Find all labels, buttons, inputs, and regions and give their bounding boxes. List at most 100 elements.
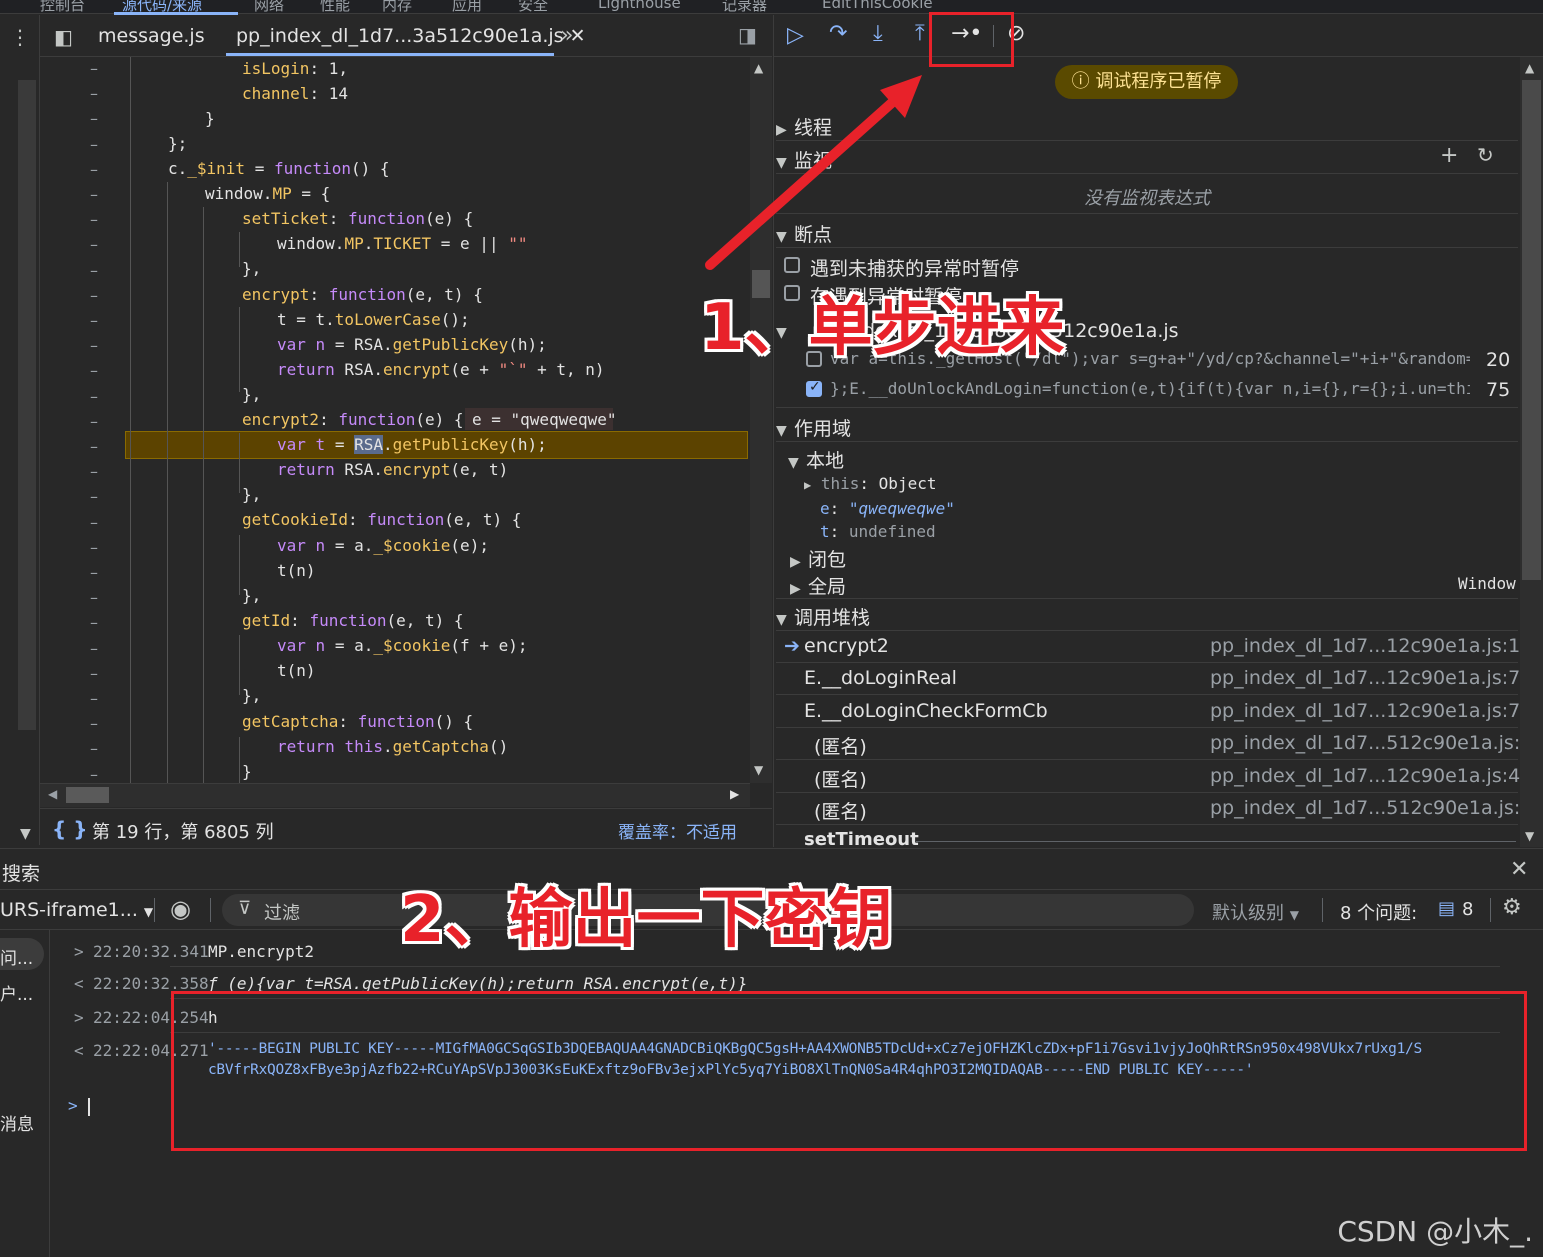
section-callstack[interactable]: ▼ 调用堆栈 xyxy=(776,603,1518,630)
scroll-down-icon[interactable]: ▼ xyxy=(1525,829,1534,843)
editor-horizontal-scrollbar[interactable]: ◀ ▶ xyxy=(40,783,750,807)
console-prompt-input[interactable] xyxy=(88,1098,90,1116)
tab-network[interactable]: 网络 xyxy=(254,0,284,15)
gutter-line-marker[interactable]: – xyxy=(90,135,98,154)
gutter-line-marker[interactable]: – xyxy=(90,412,98,431)
gutter-line-marker[interactable]: – xyxy=(90,714,98,733)
tab-search[interactable]: 搜索 xyxy=(2,859,40,886)
callstack-frame[interactable]: E.__doLoginReal pp_index_dl_1d7...12c90e1… xyxy=(776,663,1532,695)
gear-icon[interactable]: ⚙ xyxy=(1502,895,1522,920)
gutter-line-marker[interactable]: – xyxy=(90,311,98,330)
cursor-position: 第 19 行，第 6805 列 xyxy=(92,822,274,843)
gutter-line-marker[interactable]: – xyxy=(90,639,98,658)
expand-icon: ▶ xyxy=(790,554,801,570)
gutter-line-marker[interactable]: – xyxy=(90,739,98,758)
more-tabs-icon[interactable]: » xyxy=(560,23,573,48)
debugger-scroll-thumb[interactable] xyxy=(1522,80,1541,580)
scope-local[interactable]: ▼ 本地 xyxy=(788,446,1530,473)
sidebar-scrollbar[interactable] xyxy=(18,80,36,730)
gutter-line-marker[interactable]: – xyxy=(90,336,98,355)
frame-location: pp_index_dl_1d7...12c90e1a.js:19 xyxy=(1210,635,1533,657)
gutter-line-marker[interactable]: – xyxy=(90,160,98,179)
scroll-down-icon[interactable]: ▼ xyxy=(754,763,763,777)
section-scope[interactable]: ▼ 作用域 xyxy=(776,414,1518,441)
annotation-arrow xyxy=(705,75,922,270)
callstack-frame[interactable]: (匿名) pp_index_dl_1d7...512c90e1a.js:8 xyxy=(776,793,1532,825)
code-line: setTicket: function(e) { xyxy=(242,209,474,228)
callstack-frame[interactable]: (匿名) pp_index_dl_1d7...512c90e1a.js:8 xyxy=(776,728,1532,760)
gutter-line-marker[interactable]: – xyxy=(90,387,98,406)
scope-global[interactable]: ▶ 全局 xyxy=(790,572,1532,599)
scroll-left-icon[interactable]: ◀ xyxy=(48,787,57,801)
gutter-line-marker[interactable]: – xyxy=(90,765,98,783)
gutter-line-marker[interactable]: – xyxy=(90,613,98,632)
tab-performance[interactable]: 性能 xyxy=(320,0,350,15)
toggle-navigator-icon[interactable]: ◧ xyxy=(54,25,73,49)
scope-var-t: t: undefined xyxy=(820,522,936,541)
tab-lighthouse[interactable]: Lighthouse xyxy=(598,0,681,12)
pretty-print-icon[interactable]: { } xyxy=(52,817,87,841)
tab-console[interactable]: 控制台 xyxy=(40,0,85,15)
gutter-line-marker[interactable]: – xyxy=(90,563,98,582)
add-watch-icon[interactable]: + xyxy=(1440,143,1458,168)
sidebar-item-messages-all[interactable]: 问... xyxy=(0,944,33,969)
scroll-up-icon[interactable]: ▲ xyxy=(1525,61,1534,75)
code-line: return RSA.encrypt(e + "`" + t, n) xyxy=(277,360,605,379)
issues-label[interactable]: 8 个问题: xyxy=(1340,899,1417,925)
scope-closure[interactable]: ▶ 闭包 xyxy=(790,545,1532,572)
breakpoint-checkbox-checked[interactable]: ✓ xyxy=(806,379,822,397)
gutter-line-marker[interactable]: – xyxy=(90,437,98,456)
issues-count[interactable]: 8 xyxy=(1462,899,1473,920)
gutter-line-marker[interactable]: – xyxy=(90,84,98,103)
code-line: var n = RSA.getPublicKey(h); xyxy=(277,335,547,354)
resume-icon[interactable]: ▷ xyxy=(787,23,804,48)
gutter-line-marker[interactable]: – xyxy=(90,286,98,305)
refresh-icon[interactable]: ↻ xyxy=(1477,143,1494,167)
gutter-line-marker[interactable]: – xyxy=(90,538,98,557)
context-selector[interactable]: URS-iframe1... ▼ xyxy=(0,899,153,921)
gutter-line-marker[interactable]: – xyxy=(90,59,98,78)
sidebar-item-messages[interactable]: 消息 xyxy=(0,1110,34,1135)
gutter-line-marker[interactable]: – xyxy=(90,210,98,229)
chevron-down-icon[interactable]: ▼ xyxy=(20,826,31,842)
toggle-debugger-icon[interactable]: ◨ xyxy=(738,23,757,47)
tab-message-js[interactable]: message.js xyxy=(98,25,205,47)
eye-icon[interactable]: ◉ xyxy=(170,895,191,923)
scroll-right-icon[interactable]: ▶ xyxy=(730,787,739,801)
scope-var-this[interactable]: ▶ this: Object xyxy=(804,474,936,493)
tab-security[interactable]: 安全 xyxy=(518,0,548,15)
tab-recorder[interactable]: 记录器 xyxy=(722,0,767,15)
gutter-line-marker[interactable]: – xyxy=(90,588,98,607)
step-into-icon[interactable]: ⤓ xyxy=(873,21,883,46)
close-drawer-icon[interactable]: ✕ xyxy=(1510,857,1528,882)
coverage-status[interactable]: 覆盖率：不适用 xyxy=(618,818,737,843)
gutter-line-marker[interactable]: – xyxy=(90,185,98,204)
gutter-line-marker[interactable]: – xyxy=(90,664,98,683)
code-editor[interactable]: – – – – – – – – – – – – – – – – – – – – – – – – – – – – – isLogin: 1… xyxy=(40,57,750,783)
gutter-line-marker[interactable]: – xyxy=(90,261,98,280)
gutter-line-marker[interactable]: – xyxy=(90,513,98,532)
frame-function: (匿名) xyxy=(814,736,867,758)
gutter-line-marker[interactable]: – xyxy=(90,235,98,254)
callstack-frame[interactable]: E.__doLoginCheckFormCb pp_index_dl_1d7...… xyxy=(776,696,1532,728)
callstack-frame-current[interactable]: ➔ encrypt2 pp_index_dl_1d7...12c90e1a.js… xyxy=(776,631,1532,663)
editor-hscroll-thumb[interactable] xyxy=(66,787,109,803)
sidebar-item-user-messages[interactable]: 户... xyxy=(0,980,33,1005)
code-line: window.MP = { xyxy=(205,184,331,203)
collapse-icon: ▼ xyxy=(788,455,799,471)
step-out-icon[interactable]: ⤒ xyxy=(915,21,925,46)
step-over-icon[interactable]: ↷ xyxy=(829,21,847,46)
tab-editthiscookie[interactable]: EditThisCookie xyxy=(822,0,933,12)
tab-memory[interactable]: 内存 xyxy=(382,0,412,15)
gutter-line-marker[interactable]: – xyxy=(90,109,98,128)
callstack-frame[interactable]: (匿名) pp_index_dl_1d7...12c90e1a.js:42 xyxy=(776,761,1532,793)
log-level-select[interactable]: 默认级别 ▼ xyxy=(1212,899,1299,925)
more-options-icon[interactable]: ⋮ xyxy=(10,25,30,49)
issues-icon[interactable]: ▤ xyxy=(1438,898,1455,919)
gutter-line-marker[interactable]: – xyxy=(90,361,98,380)
gutter-line-marker[interactable]: – xyxy=(90,462,98,481)
gutter-line-marker[interactable]: – xyxy=(90,689,98,708)
tab-pp-index-js[interactable]: pp_index_dl_1d7...3a512c90e1a.js ✕ xyxy=(236,25,586,47)
tab-application[interactable]: 应用 xyxy=(452,0,482,15)
gutter-line-marker[interactable]: – xyxy=(90,487,98,506)
